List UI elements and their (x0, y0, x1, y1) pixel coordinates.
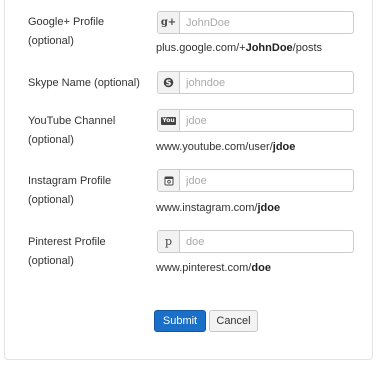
pinterest-icon: p (158, 231, 180, 252)
youtube-input[interactable] (181, 110, 353, 131)
google-plus-label: Google+ Profile (optional) (28, 16, 105, 47)
google-plus-input[interactable] (181, 12, 353, 33)
instagram-input[interactable] (181, 170, 353, 191)
skype-icon: S (158, 72, 180, 93)
instagram-icon (158, 170, 180, 191)
google-plus-input-group: g+ (157, 11, 354, 34)
google-plus-icon: g+ (158, 12, 180, 33)
pinterest-hint: www.pinterest.com/doe (156, 262, 271, 274)
svg-text:S: S (166, 78, 172, 87)
cancel-button[interactable]: Cancel (209, 310, 258, 332)
pinterest-input[interactable] (181, 231, 353, 252)
skype-input-group: S (157, 71, 354, 94)
submit-button[interactable]: Submit (154, 310, 206, 332)
instagram-input-group (157, 169, 354, 192)
skype-input[interactable] (181, 72, 353, 93)
youtube-icon: You (158, 110, 180, 131)
youtube-label: YouTube Channel (optional) (28, 115, 116, 146)
instagram-label: Instagram Profile (optional) (28, 175, 112, 206)
youtube-input-group: You (157, 109, 354, 132)
youtube-hint: www.youtube.com/user/jdoe (156, 141, 296, 153)
instagram-hint: www.instagram.com/jdoe (156, 202, 281, 214)
google-plus-hint: plus.google.com/+JohnDoe/posts (156, 42, 323, 54)
pinterest-label: Pinterest Profile (optional) (28, 236, 106, 267)
skype-label: Skype Name (optional) (28, 77, 140, 89)
pinterest-input-group: p (157, 230, 354, 253)
